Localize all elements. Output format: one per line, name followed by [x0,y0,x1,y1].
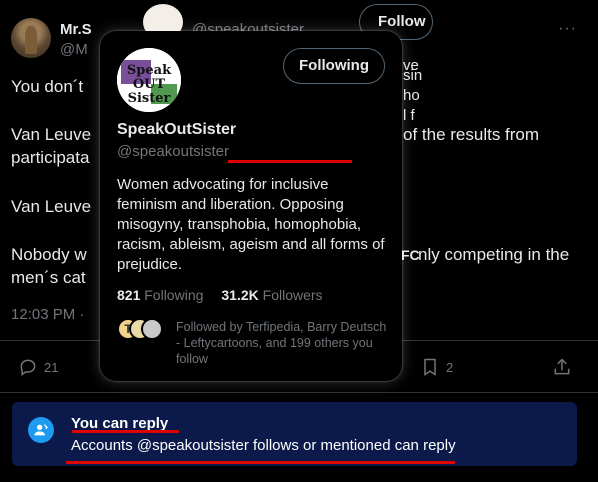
background-card-bio-fragment: ho [403,87,420,104]
followers-stat[interactable]: 31.2K Followers [221,287,322,303]
background-card-bio-fragment: sin [403,67,423,84]
share-action[interactable] [552,357,572,377]
tweet-text-line: participata [11,148,90,167]
following-stat[interactable]: 821 Following [117,287,203,303]
tweet-text-line: Nobody w [11,245,87,264]
share-icon [554,358,570,375]
follower-avatar [141,318,163,340]
bookmark-icon [424,358,436,376]
tweet-timestamp[interactable]: 12:03 PM · [11,306,84,323]
more-options-icon[interactable]: ··· [558,20,577,38]
author-avatar[interactable] [11,18,51,58]
tweet-text-line: Van Leuve [11,125,92,144]
tweet-text-fragment: of the results from [403,125,540,144]
annotation-underline [72,430,179,433]
svg-text:Sister: Sister [128,91,171,106]
speakoutsister-logo: Speak OUT Sister [117,48,181,112]
background-card-bio-fragment: l f [403,107,415,124]
followers-stat-label: Followers [262,287,323,303]
bookmark-count: 2 [446,359,454,375]
following-count: 821 [117,287,141,303]
followed-by-avatars[interactable]: T [117,318,167,344]
divider [0,392,598,393]
svg-text:OUT: OUT [133,77,166,92]
reply-count: 21 [44,359,59,375]
reply-icon [20,359,36,376]
hovercard-handle[interactable]: @speakoutsister [117,143,229,160]
tweet-text-line: Van Leuve [11,197,92,216]
hovercard-bio: Women advocating for inclusive feminism … [117,176,385,273]
annotation-underline [228,160,352,163]
followers-count: 31.2K [221,287,259,303]
author-handle[interactable]: @M [60,41,88,58]
tweet-text-fragment: FC [401,247,420,263]
tweet-text-line: You don´t [11,77,84,96]
svg-text:Speak: Speak [127,63,172,78]
reply-restriction-banner: You can reply Accounts @speakoutsister f… [12,402,577,466]
following-button[interactable]: Following [283,48,385,84]
tweet-text-line: men´s cat [11,268,86,287]
following-stat-label: Following [144,287,204,303]
profile-hovercard: Speak OUT Sister Following SpeakOutSiste… [100,31,402,381]
annotation-underline [66,461,455,464]
bookmark-action[interactable]: 2 [420,357,453,377]
reply-banner-subtitle: Accounts @speakoutsister follows or ment… [71,437,456,454]
author-name[interactable]: Mr.S [60,21,92,38]
mentioned-users-icon [28,417,54,443]
hovercard-stats: 821 Following 31.2K Followers [117,287,323,303]
tweet-text-fragment: nly competing in the [418,245,570,264]
reply-action[interactable]: 21 [18,357,58,377]
hovercard-display-name[interactable]: SpeakOutSister [117,121,236,139]
followed-by-text[interactable]: Followed by Terfipedia, Barry Deutsch - … [176,319,388,367]
hovercard-avatar[interactable]: Speak OUT Sister [117,48,181,112]
